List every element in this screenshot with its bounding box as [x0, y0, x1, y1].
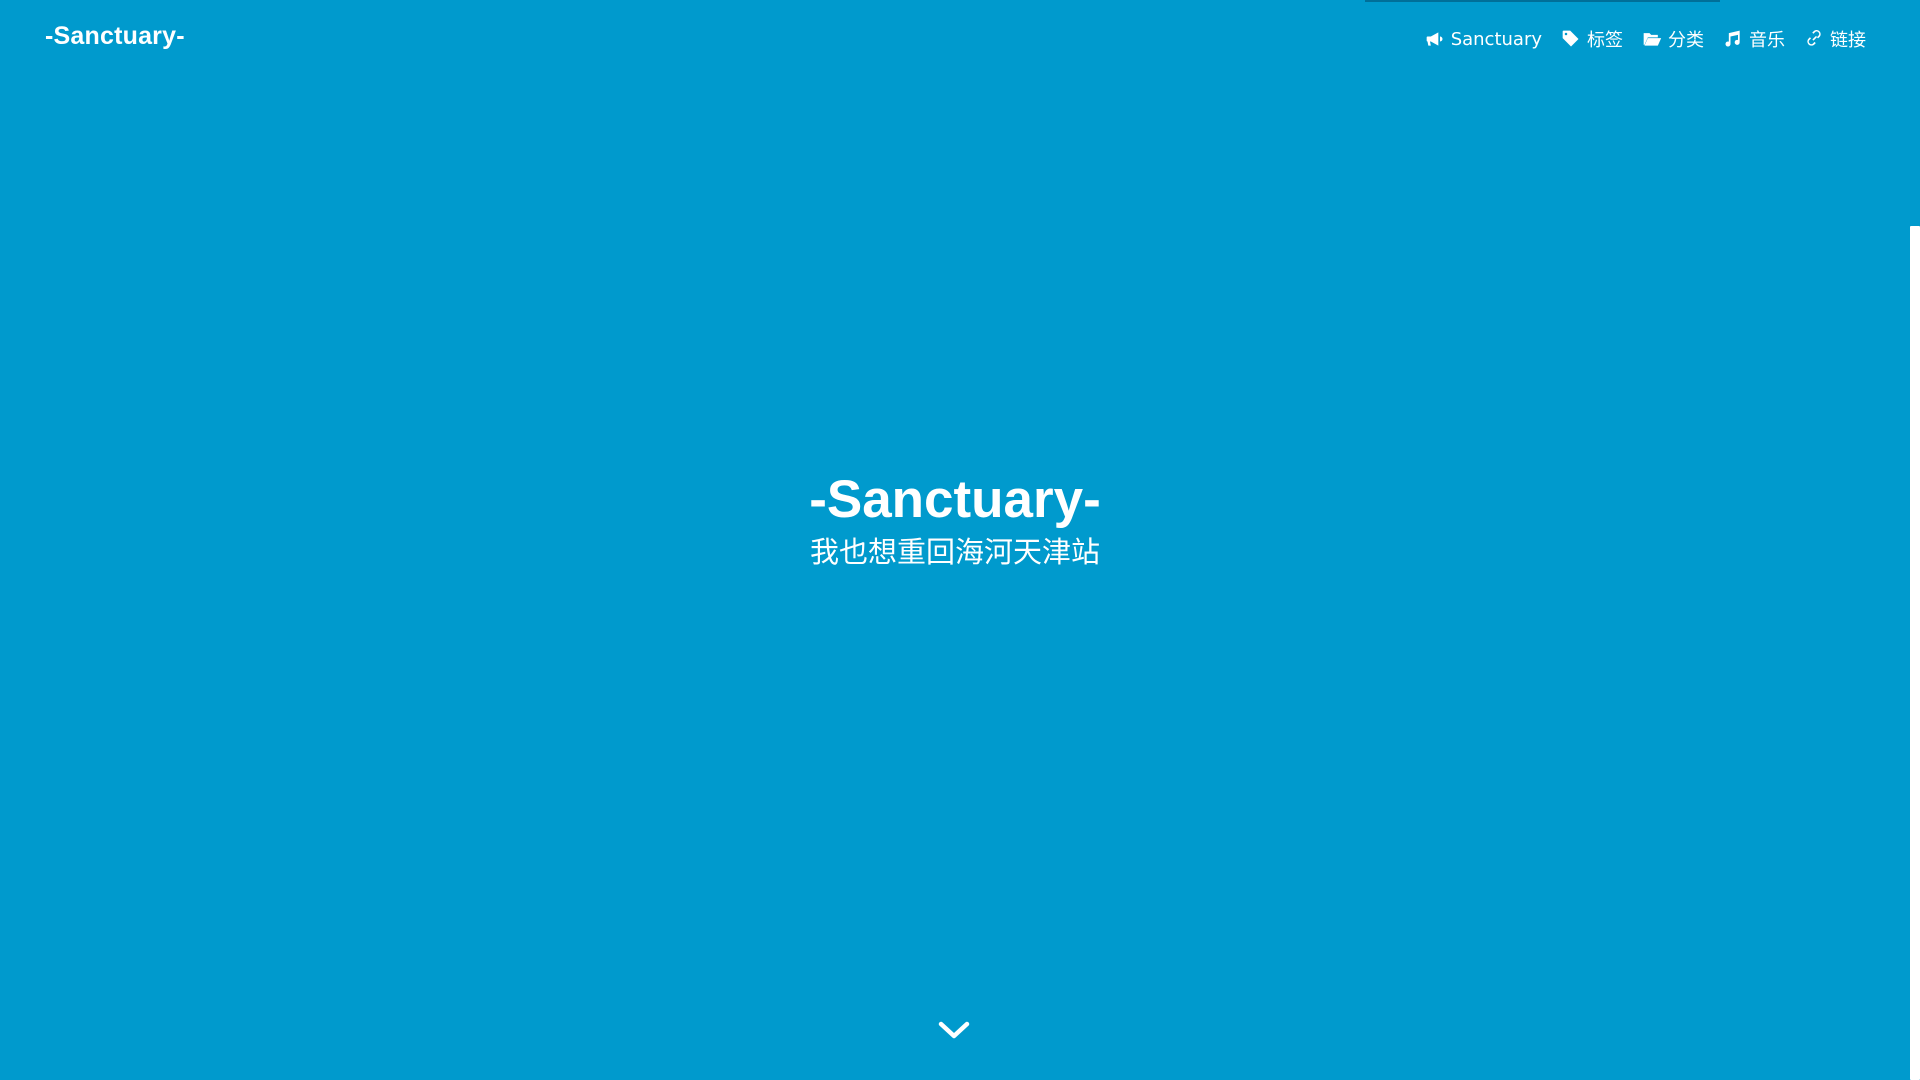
- music-icon: [1723, 29, 1743, 49]
- hero-subtitle: 我也想重回海河天津站: [809, 535, 1100, 569]
- scrollbar[interactable]: [1910, 0, 1920, 1080]
- nav-item-label: 分类: [1668, 30, 1704, 51]
- tag-icon: [1561, 29, 1581, 49]
- nav-item-label: 链接: [1830, 30, 1866, 51]
- nav-item-categories[interactable]: 分类: [1642, 26, 1704, 52]
- nav-item-music[interactable]: 音乐: [1723, 26, 1785, 52]
- chevron-down-icon: [937, 1018, 971, 1042]
- nav-item-links[interactable]: 链接: [1804, 26, 1866, 52]
- folder-open-icon: [1642, 29, 1662, 49]
- scroll-down-button[interactable]: [937, 1018, 971, 1042]
- bullhorn-icon: [1425, 29, 1445, 49]
- nav-item-sanctuary[interactable]: Sanctuary: [1425, 29, 1542, 50]
- nav-item-label: Sanctuary: [1450, 28, 1542, 50]
- hero-title: -Sanctuary-: [809, 470, 1101, 529]
- page: -Sanctuary- Sanctuary 标签 分类 音乐 链接 -Sanct…: [0, 0, 1910, 1080]
- site-brand[interactable]: -Sanctuary-: [45, 22, 185, 51]
- top-shadow-strip: [1365, 0, 1720, 2]
- scrollbar-thumb[interactable]: [1910, 226, 1920, 1080]
- hero: -Sanctuary- 我也想重回海河天津站: [0, 468, 1910, 572]
- nav-item-label: 音乐: [1749, 30, 1785, 51]
- nav-item-label: 标签: [1587, 30, 1623, 51]
- nav-item-tags[interactable]: 标签: [1561, 26, 1623, 52]
- link-icon: [1804, 29, 1824, 49]
- main-nav: Sanctuary 标签 分类 音乐 链接: [1425, 26, 1866, 52]
